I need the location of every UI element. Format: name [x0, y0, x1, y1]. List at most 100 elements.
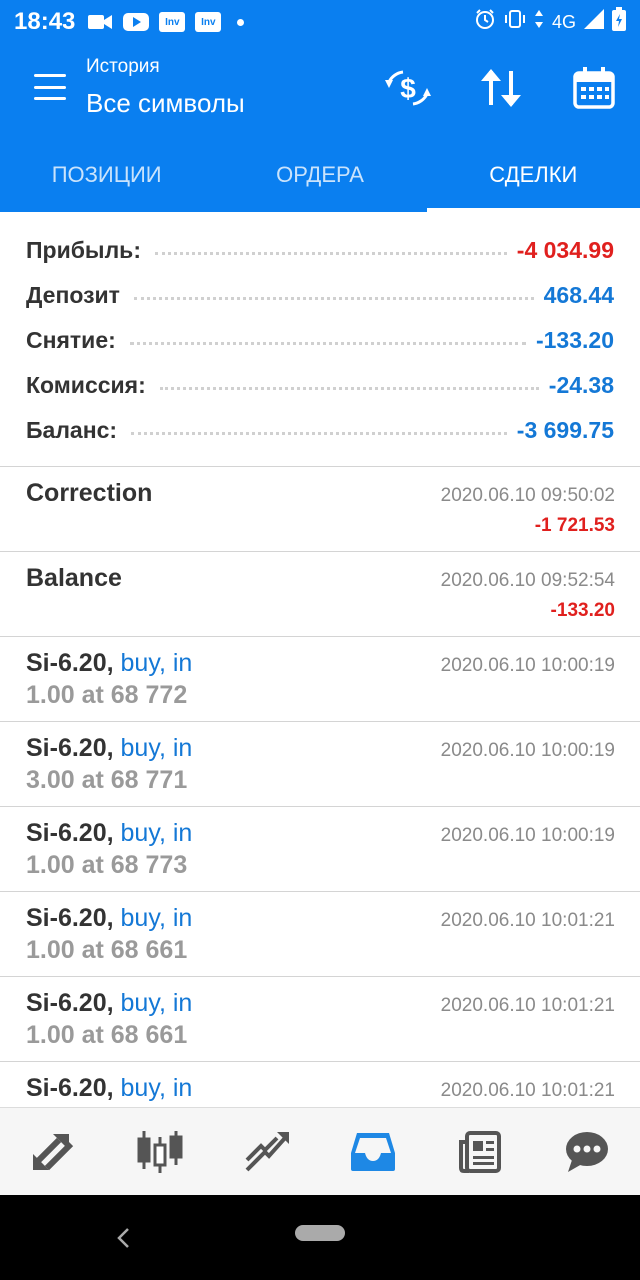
deals-list: Correction 2020.06.10 09:50:02 -1 721.53… — [0, 467, 640, 1107]
deal-row[interactable]: Balance 2020.06.10 09:52:54 -133.20 — [0, 552, 640, 637]
status-time: 18:43 — [14, 8, 76, 35]
app-bar-subtitle: История — [86, 56, 160, 77]
nav-quotes[interactable] — [0, 1108, 107, 1195]
summary-label: Депозит — [26, 282, 120, 308]
signal-icon — [584, 9, 604, 35]
youtube-icon — [123, 12, 150, 32]
symbol-filter-title[interactable]: Все символы — [86, 88, 245, 119]
deal-type: buy, in — [120, 649, 193, 677]
deal-type: buy, in — [120, 989, 193, 1017]
home-button[interactable] — [295, 1225, 345, 1241]
deal-type: buy, in — [120, 734, 193, 762]
history-inbox-icon — [351, 1132, 396, 1171]
summary-panel: Прибыль: -4 034.99 Депозит 468.44 Снятие… — [0, 212, 640, 467]
bottom-navigation — [0, 1107, 640, 1195]
vibrate-icon — [504, 9, 526, 35]
inv-icon: Inv — [195, 12, 222, 32]
deal-time: 2020.06.10 10:01:21 — [440, 1080, 615, 1101]
network-type: 4G — [551, 11, 576, 32]
deal-volume-price: 1.00 at 68 773 — [26, 851, 188, 879]
deal-row[interactable]: Si-6.20, buy, in 1.00 at 68 661 2020.06.… — [0, 977, 640, 1062]
back-icon[interactable] — [112, 1223, 134, 1253]
deal-time: 2020.06.10 10:01:21 — [440, 910, 615, 931]
video-icon — [87, 12, 113, 32]
dotted-leader — [131, 432, 507, 435]
summary-label: Баланс: — [26, 417, 118, 443]
summary-row-commission: Комиссия: -24.38 — [0, 363, 640, 408]
data-arrows-icon — [534, 9, 544, 35]
nav-trade[interactable] — [213, 1108, 320, 1195]
trade-icon — [245, 1131, 289, 1171]
deal-volume-price: 1.00 at 68 772 — [26, 681, 188, 709]
deal-type: buy, in — [120, 904, 193, 932]
summary-row-balance: Баланс: -3 699.75 — [0, 408, 640, 453]
dotted-leader — [133, 297, 534, 300]
summary-value: -24.38 — [548, 372, 614, 398]
nav-news[interactable] — [427, 1108, 534, 1195]
deal-name: Si-6.20, buy, in — [26, 734, 193, 762]
news-icon — [459, 1130, 502, 1173]
sort-button[interactable] — [475, 62, 527, 114]
deal-time: 2020.06.10 10:00:19 — [440, 825, 615, 846]
deal-name: Si-6.20, buy, in — [26, 649, 193, 677]
alarm-icon — [474, 8, 496, 36]
deal-time: 2020.06.10 10:00:19 — [440, 655, 615, 676]
status-bar: 18:43 Inv Inv 4G — [0, 0, 640, 44]
deal-type: buy, in — [120, 1074, 193, 1102]
deal-volume-price: 1.00 at 68 661 — [26, 1021, 188, 1049]
tab-orders[interactable]: ОРДЕРА — [213, 138, 426, 212]
history-tabs: ПОЗИЦИИ ОРДЕРА СДЕЛКИ — [0, 138, 640, 212]
summary-row-profit: Прибыль: -4 034.99 — [0, 228, 640, 273]
quotes-icon — [33, 1133, 74, 1170]
deal-name: Si-6.20, buy, in — [26, 904, 193, 932]
summary-value: -3 699.75 — [516, 417, 614, 443]
currency-exchange-icon: $ — [385, 70, 431, 106]
calendar-icon — [573, 67, 615, 109]
currency-exchange-button[interactable]: $ — [382, 62, 434, 114]
summary-row-deposit: Депозит 468.44 — [0, 273, 640, 318]
sort-icon — [481, 69, 521, 107]
deal-name: Si-6.20, buy, in — [26, 819, 193, 847]
calendar-button[interactable] — [568, 62, 620, 114]
deal-row[interactable]: Si-6.20, buy, in 2020.06.10 10:01:21 — [0, 1062, 640, 1107]
deal-row[interactable]: Si-6.20, buy, in 1.00 at 68 661 2020.06.… — [0, 892, 640, 977]
battery-icon — [612, 7, 626, 37]
summary-value: -133.20 — [535, 327, 614, 353]
candlestick-chart-icon — [137, 1130, 183, 1173]
deal-time: 2020.06.10 09:50:02 — [440, 485, 615, 506]
deal-volume-price: 3.00 at 68 771 — [26, 766, 188, 794]
deal-time: 2020.06.10 09:52:54 — [440, 570, 615, 591]
more-notifications-dot — [237, 18, 245, 26]
system-navigation-bar — [0, 1195, 640, 1280]
deal-name: Correction — [26, 479, 153, 507]
deal-type: buy, in — [120, 819, 193, 847]
deal-name: Si-6.20, buy, in — [26, 1074, 193, 1102]
inv-icon: Inv — [159, 12, 186, 32]
summary-label: Снятие: — [26, 327, 116, 353]
chat-icon — [565, 1131, 608, 1172]
nav-charts[interactable] — [107, 1108, 214, 1195]
tab-deals[interactable]: СДЕЛКИ — [426, 138, 640, 212]
summary-label: Прибыль: — [26, 237, 141, 263]
tab-positions[interactable]: ПОЗИЦИИ — [0, 138, 213, 212]
summary-value: -4 034.99 — [516, 237, 614, 263]
deal-name: Balance — [26, 564, 122, 592]
nav-history[interactable] — [320, 1108, 427, 1195]
deal-name: Si-6.20, buy, in — [26, 989, 193, 1017]
summary-row-withdrawal: Снятие: -133.20 — [0, 318, 640, 363]
deal-profit: -133.20 — [550, 600, 615, 621]
deal-row[interactable]: Si-6.20, buy, in 3.00 at 68 771 2020.06.… — [0, 722, 640, 807]
summary-value: 468.44 — [543, 282, 614, 308]
dotted-leader — [154, 252, 507, 255]
deal-volume-price: 1.00 at 68 661 — [26, 936, 188, 964]
summary-label: Комиссия: — [26, 372, 146, 398]
app-bar: История Все символы $ — [0, 44, 640, 138]
menu-icon[interactable] — [34, 74, 66, 100]
deal-row[interactable]: Correction 2020.06.10 09:50:02 -1 721.53 — [0, 467, 640, 552]
deal-time: 2020.06.10 10:00:19 — [440, 740, 615, 761]
dotted-leader — [159, 387, 539, 390]
deal-row[interactable]: Si-6.20, buy, in 1.00 at 68 772 2020.06.… — [0, 637, 640, 722]
svg-text:$: $ — [400, 73, 416, 104]
deal-row[interactable]: Si-6.20, buy, in 1.00 at 68 773 2020.06.… — [0, 807, 640, 892]
nav-chat[interactable] — [533, 1108, 640, 1195]
